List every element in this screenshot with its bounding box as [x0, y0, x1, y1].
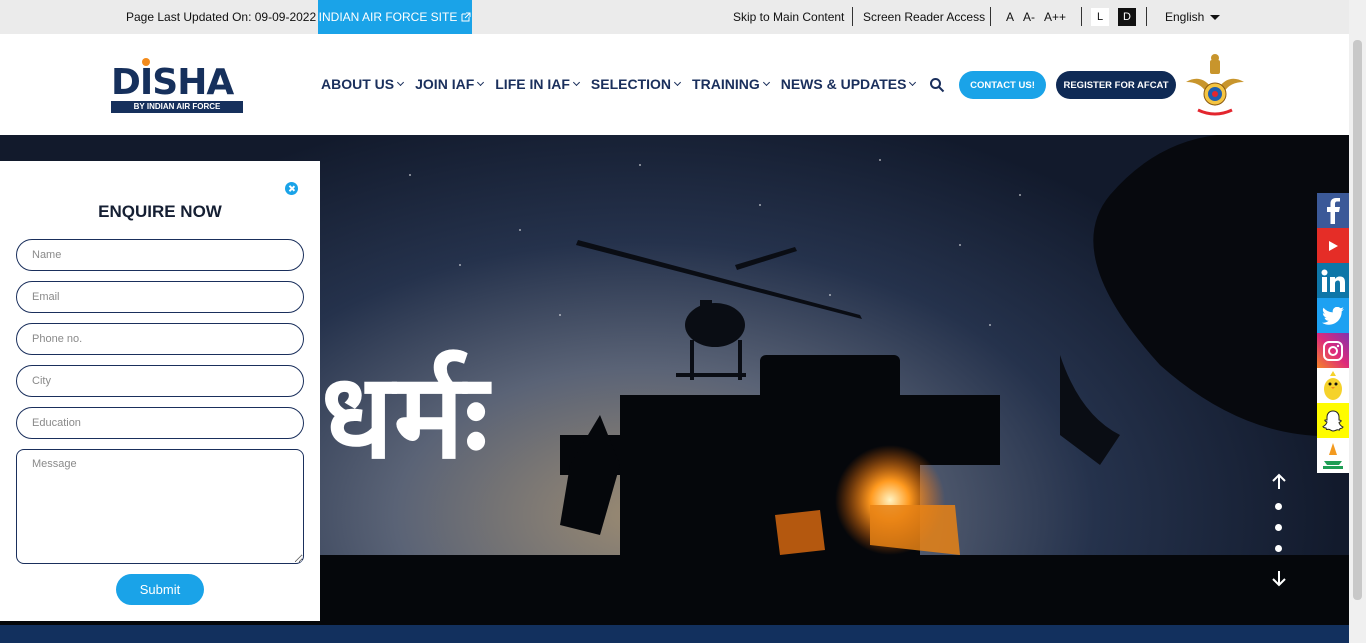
chevron-down-icon [909, 78, 917, 87]
nav-label: SELECTION [590, 76, 672, 92]
chevron-down-icon [674, 78, 682, 87]
enquiry-title: ENQUIRE NOW [98, 202, 222, 221]
chevron-down-icon [397, 78, 405, 87]
nav-label: LIFE IN IAF [495, 76, 570, 92]
language-select[interactable]: English [1165, 10, 1221, 24]
search-icon[interactable] [929, 77, 945, 93]
nav-news-updates[interactable]: NEWS & UPDATES [780, 76, 917, 92]
nav-label: TRAINING [692, 76, 760, 92]
nav-about-us[interactable]: ABOUT US [321, 76, 405, 92]
city-input[interactable] [16, 365, 304, 397]
koo-icon[interactable] [1317, 368, 1349, 403]
dark-mode-button[interactable]: D [1118, 8, 1136, 26]
enquiry-panel: ENQUIRE NOW Submit [0, 161, 320, 621]
main-header: DISHA BY INDIAN AIR FORCE ABOUT US JOIN … [0, 34, 1349, 135]
contact-us-button[interactable]: CONTACT US! [959, 71, 1046, 99]
logo-subtitle: BY INDIAN AIR FORCE [111, 101, 243, 113]
light-mode-button[interactable]: L [1091, 8, 1109, 26]
education-input[interactable] [16, 407, 304, 439]
divider [852, 7, 853, 26]
name-input[interactable] [16, 239, 304, 271]
chevron-down-icon [572, 78, 580, 87]
iaf-emblem-icon [1186, 54, 1244, 116]
nav-selection[interactable]: SELECTION [590, 76, 682, 92]
nav-label: ABOUT US [321, 76, 395, 92]
next-section-strip [0, 625, 1349, 643]
submit-button[interactable]: Submit [116, 574, 204, 605]
page-scrollbar[interactable] [1349, 0, 1366, 643]
screen-reader-access-link[interactable]: Screen Reader Access [863, 10, 985, 24]
external-link-icon [461, 12, 471, 22]
slide-dot-3[interactable] [1275, 545, 1282, 552]
slider-controls [1268, 473, 1290, 588]
nav-label: JOIN IAF [415, 76, 475, 92]
phone-input[interactable] [16, 323, 304, 355]
slide-dot-1[interactable] [1275, 503, 1282, 510]
skip-to-main-link[interactable]: Skip to Main Content [733, 10, 844, 24]
chevron-down-icon [477, 78, 485, 87]
main-nav: ABOUT US JOIN IAF LIFE IN IAF SELECTION … [321, 76, 917, 92]
logo-wordmark: DISHA [111, 62, 234, 103]
social-sidebar [1317, 193, 1349, 473]
youtube-icon[interactable] [1317, 228, 1349, 263]
divider [990, 7, 991, 26]
register-afcat-button[interactable]: REGISTER FOR AFCAT [1056, 71, 1176, 99]
disha-logo[interactable]: DISHA BY INDIAN AIR FORCE [111, 58, 244, 114]
sharechat-icon[interactable] [1317, 438, 1349, 473]
message-textarea[interactable] [16, 449, 304, 564]
last-updated-text: Page Last Updated On: 09-09-2022 [126, 10, 317, 24]
language-label: English [1165, 10, 1205, 24]
close-icon[interactable] [285, 182, 298, 195]
arrow-up-icon[interactable] [1270, 473, 1288, 491]
chevron-down-icon [762, 78, 770, 87]
nav-training[interactable]: TRAINING [692, 76, 770, 92]
utility-bar: Page Last Updated On: 09-09-2022 INDIAN … [0, 0, 1366, 34]
facebook-icon[interactable] [1317, 193, 1349, 228]
font-size-decrease-button[interactable]: A- [1023, 10, 1035, 24]
snapchat-icon[interactable] [1317, 403, 1349, 438]
linkedin-icon[interactable] [1317, 263, 1349, 298]
hero-headline: धर्मः [321, 347, 488, 485]
font-size-increase-button[interactable]: A++ [1044, 10, 1066, 24]
iaf-site-label: INDIAN AIR FORCE SITE [318, 10, 458, 24]
font-size-normal-button[interactable]: A [1006, 10, 1014, 24]
slide-dot-2[interactable] [1275, 524, 1282, 531]
nav-life-in-iaf[interactable]: LIFE IN IAF [495, 76, 580, 92]
instagram-icon[interactable] [1317, 333, 1349, 368]
scrollbar-thumb[interactable] [1353, 40, 1362, 600]
caret-down-icon [1210, 14, 1221, 20]
twitter-icon[interactable] [1317, 298, 1349, 333]
iaf-site-link[interactable]: INDIAN AIR FORCE SITE [318, 0, 472, 34]
nav-join-iaf[interactable]: JOIN IAF [415, 76, 485, 92]
arrow-down-icon[interactable] [1270, 569, 1288, 587]
divider [1146, 7, 1147, 26]
nav-label: NEWS & UPDATES [780, 76, 907, 92]
divider [1081, 7, 1082, 26]
email-input[interactable] [16, 281, 304, 313]
